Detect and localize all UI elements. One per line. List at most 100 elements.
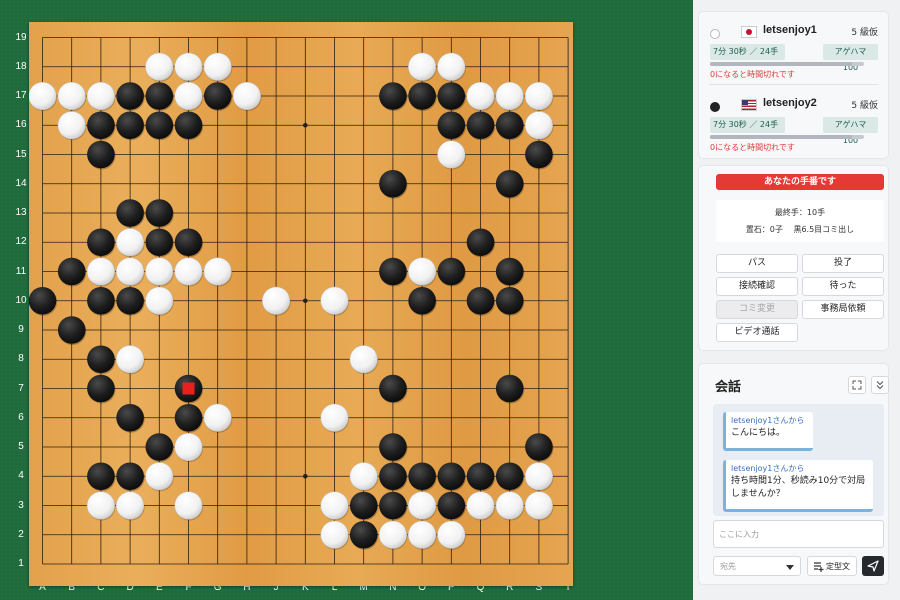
go-board[interactable] bbox=[29, 22, 573, 586]
row-label: 19 bbox=[15, 31, 27, 43]
black-stone bbox=[57, 257, 86, 286]
resign-button[interactable]: 投了 bbox=[802, 254, 884, 273]
row-label: 5 bbox=[18, 441, 24, 452]
white-stone bbox=[320, 491, 349, 520]
white-stone bbox=[524, 491, 553, 520]
black-stone-icon bbox=[710, 102, 720, 112]
chat-input[interactable] bbox=[713, 520, 884, 548]
row-label: 1 bbox=[18, 558, 24, 569]
player-name[interactable]: letsenjoy2 bbox=[763, 97, 817, 109]
white-stone bbox=[203, 52, 232, 81]
white-stone bbox=[145, 462, 174, 491]
black-stone bbox=[116, 82, 144, 110]
request-office-button[interactable]: 事務局依頼 bbox=[802, 300, 884, 319]
row-label: 3 bbox=[18, 499, 24, 511]
send-button[interactable] bbox=[862, 556, 884, 576]
black-stone bbox=[57, 316, 86, 344]
black-stone bbox=[437, 82, 466, 110]
row-label: 11 bbox=[15, 265, 27, 277]
white-stone bbox=[495, 81, 524, 111]
black-stone bbox=[174, 403, 203, 432]
template-label: 定型文 bbox=[826, 562, 850, 571]
black-stone bbox=[466, 111, 495, 140]
black-stone bbox=[495, 169, 524, 198]
board-grid[interactable] bbox=[29, 22, 573, 586]
white-stone bbox=[262, 286, 291, 315]
chat-panel: 会話 letsenjoy1さんから こんにちは。 letsenjoy1さんから … bbox=[699, 364, 889, 584]
pass-button[interactable]: パス bbox=[716, 254, 798, 273]
white-stone bbox=[437, 520, 466, 549]
black-stone bbox=[437, 462, 466, 491]
white-stone bbox=[116, 228, 145, 257]
black-stone bbox=[525, 140, 553, 169]
black-stone bbox=[379, 169, 407, 198]
black-stone bbox=[379, 82, 407, 110]
chat-log[interactable]: letsenjoy1さんから こんにちは。 letsenjoy1さんから 持ち時… bbox=[713, 404, 884, 516]
white-stone bbox=[320, 286, 349, 315]
black-stone bbox=[466, 228, 495, 257]
black-stone bbox=[87, 111, 115, 140]
check-connection-button[interactable]: 接続確認 bbox=[716, 277, 798, 296]
white-stone bbox=[174, 81, 203, 111]
black-stone bbox=[87, 286, 115, 315]
message-sender: letsenjoy1さんから bbox=[731, 464, 805, 473]
black-stone bbox=[87, 345, 115, 374]
white-stone bbox=[174, 432, 203, 462]
template-button[interactable]: 定型文 bbox=[807, 556, 857, 576]
player-rank: 5 級仮 bbox=[851, 28, 878, 38]
white-stone bbox=[495, 491, 524, 520]
row-label: 6 bbox=[18, 411, 24, 423]
white-stone bbox=[437, 140, 466, 169]
black-stone bbox=[495, 462, 524, 491]
last-move-text: 最終手：10手 bbox=[774, 208, 826, 217]
black-stone bbox=[437, 257, 466, 286]
star-point bbox=[303, 298, 308, 304]
black-stone bbox=[495, 257, 524, 286]
black-stone bbox=[145, 111, 174, 140]
black-stone bbox=[379, 257, 407, 286]
time-remaining: 7分 30秒 ／ 24手 bbox=[710, 117, 785, 133]
time-bar-fill bbox=[710, 62, 852, 66]
black-stone bbox=[87, 462, 115, 491]
change-komi-button[interactable]: コミ変更 bbox=[716, 300, 798, 319]
black-stone bbox=[466, 286, 495, 315]
expand-icon bbox=[852, 380, 862, 390]
turn-banner: あなたの手番です bbox=[716, 174, 884, 190]
white-stone bbox=[174, 52, 203, 81]
video-call-button[interactable]: ビデオ通話 bbox=[716, 323, 798, 342]
players-panel: letsenjoy1 5 級仮 7分 30秒 ／ 24手 アゲハマ 100 0に… bbox=[699, 12, 888, 158]
black-stone bbox=[145, 82, 174, 110]
row-label: 8 bbox=[18, 353, 24, 365]
white-stone bbox=[174, 491, 203, 520]
row-label: 13 bbox=[15, 207, 27, 218]
white-stone bbox=[524, 111, 553, 140]
white-stone bbox=[203, 403, 232, 432]
white-stone bbox=[116, 257, 145, 286]
black-stone bbox=[87, 374, 115, 403]
collapse-button[interactable] bbox=[871, 376, 889, 394]
black-stone bbox=[87, 140, 115, 169]
expand-button[interactable] bbox=[848, 376, 866, 394]
black-stone bbox=[29, 286, 57, 315]
time-bar bbox=[710, 135, 864, 139]
white-stone-icon bbox=[710, 29, 720, 39]
white-stone bbox=[116, 491, 145, 520]
time-bar bbox=[710, 62, 864, 66]
message-text: 持ち時間1分、秒読み10分で対局しませんか？ bbox=[731, 476, 866, 499]
chat-message: letsenjoy1さんから こんにちは。 bbox=[723, 412, 813, 451]
row-label: 7 bbox=[18, 382, 24, 394]
player-name[interactable]: letsenjoy1 bbox=[763, 24, 817, 36]
black-stone bbox=[116, 403, 144, 432]
row-label: 17 bbox=[15, 90, 27, 101]
black-stone bbox=[349, 520, 378, 549]
chevron-down-icon bbox=[876, 381, 884, 390]
white-stone bbox=[437, 52, 466, 81]
recipient-select[interactable]: 宛先 bbox=[713, 556, 801, 576]
time-remaining: 7分 30秒 ／ 24手 bbox=[710, 44, 785, 60]
jp-flag-icon bbox=[741, 26, 757, 38]
white-stone bbox=[320, 403, 349, 432]
undo-button[interactable]: 待った bbox=[802, 277, 884, 296]
black-stone bbox=[145, 433, 174, 461]
board-area: 19 18 17 16 15 14 13 12 11 10 9 8 7 6 5 4 3 2 1 ABCDEFGHJK… bbox=[0, 0, 693, 600]
black-stone bbox=[174, 228, 203, 257]
